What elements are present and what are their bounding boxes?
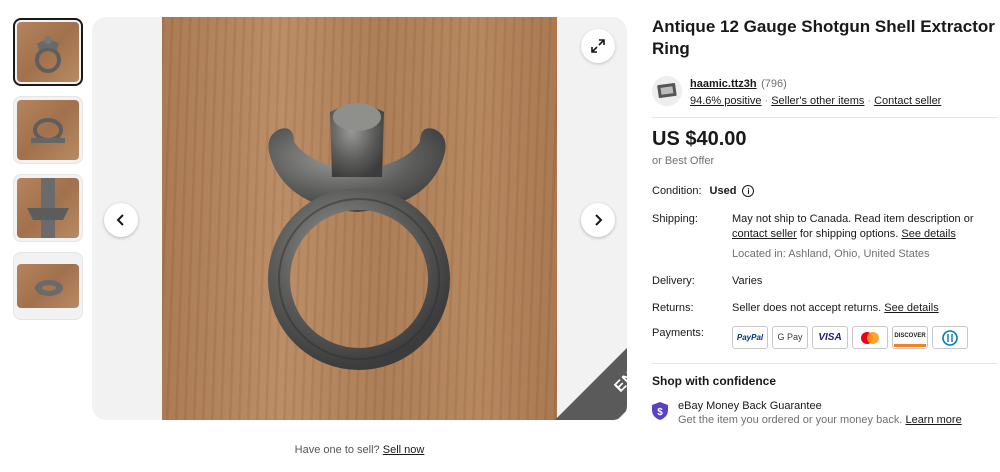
seller-name-link[interactable]: haamic.ttz3h	[690, 78, 757, 90]
thumbnail-strip	[13, 18, 85, 330]
thumbnail-image	[17, 22, 79, 82]
shipping-see-details-link[interactable]: See details	[901, 228, 955, 240]
chevron-right-icon	[595, 214, 603, 226]
thumbnail-image	[17, 264, 79, 308]
guarantee-text: Get the item you ordered or your money b…	[678, 414, 903, 426]
shipping-text-2: for shipping options.	[799, 228, 899, 240]
returns-label: Returns:	[652, 302, 694, 314]
shield-dollar-icon: $	[652, 402, 668, 420]
returns-row: Returns: Seller does not accept returns.…	[652, 301, 997, 316]
item-price: US $40.00	[652, 128, 747, 150]
shipping-row: Shipping: May not ship to Canada. Read i…	[652, 212, 997, 262]
delivery-row: Delivery: Varies	[652, 274, 997, 289]
seller-avatar[interactable]	[652, 76, 682, 106]
returns-value: Seller does not accept returns.	[732, 302, 882, 314]
sell-prompt-text: Have one to sell?	[294, 444, 380, 456]
thumbnail-image	[17, 100, 79, 160]
mastercard-icon	[861, 331, 879, 344]
money-back-guarantee: $ eBay Money Back Guarantee Get the item…	[652, 400, 997, 426]
seller-positive-link[interactable]: 94.6% positive	[690, 95, 762, 107]
best-offer-text: or Best Offer	[652, 155, 715, 167]
thumbnail-2[interactable]	[13, 96, 83, 164]
discover-badge: DISCOVER	[892, 326, 928, 349]
previous-image-button[interactable]	[104, 203, 138, 237]
learn-more-link[interactable]: Learn more	[905, 414, 961, 426]
thumbnail-4[interactable]	[13, 252, 83, 320]
expand-icon	[591, 39, 605, 53]
seller-card: haamic.ttz3h (796) 94.6% positive · Seller…	[652, 74, 997, 107]
thumbnail-image	[17, 178, 79, 238]
payments-row: Payments: PayPal G Pay VISA DISCOVER	[652, 326, 997, 349]
chevron-left-icon	[116, 214, 124, 226]
diners-club-icon	[942, 329, 958, 346]
condition-label: Condition:	[652, 185, 702, 197]
seller-other-items-link[interactable]: Seller's other items	[771, 95, 864, 107]
delivery-value: Varies	[732, 275, 763, 287]
seller-feedback-count: (796)	[761, 78, 787, 90]
guarantee-title: eBay Money Back Guarantee	[678, 400, 822, 412]
condition-value: Used	[709, 185, 737, 197]
divider	[652, 117, 997, 118]
expand-image-button[interactable]	[581, 29, 615, 63]
shop-confidence-heading: Shop with confidence	[652, 374, 777, 388]
paypal-badge: PayPal	[732, 326, 768, 349]
payment-methods: PayPal G Pay VISA DISCOVER	[732, 326, 968, 349]
visa-badge: VISA	[812, 326, 848, 349]
info-icon[interactable]: i	[742, 185, 755, 197]
returns-see-details-link[interactable]: See details	[884, 302, 938, 314]
divider	[652, 363, 997, 364]
shipping-label: Shipping:	[652, 213, 698, 225]
thumbnail-1[interactable]	[13, 18, 83, 86]
mastercard-badge	[852, 326, 888, 349]
payments-label: Payments:	[652, 327, 704, 339]
contact-seller-link[interactable]: Contact seller	[874, 95, 941, 107]
product-photo	[162, 17, 557, 420]
item-location: Located in: Ashland, Ohio, United States	[732, 248, 930, 260]
diners-club-badge	[932, 326, 968, 349]
condition-row: Condition: Used i	[652, 185, 997, 197]
store-icon	[657, 82, 677, 99]
sell-now-link[interactable]: Sell now	[383, 444, 425, 456]
shipping-text: May not ship to Canada. Read item descri…	[732, 213, 974, 225]
item-info-panel: Antique 12 Gauge Shotgun Shell Extractor…	[652, 16, 997, 426]
item-title: Antique 12 Gauge Shotgun Shell Extractor…	[652, 17, 995, 58]
delivery-label: Delivery:	[652, 275, 695, 287]
gpay-badge: G Pay	[772, 326, 808, 349]
sell-prompt: Have one to sell? Sell now	[92, 444, 627, 456]
shipping-contact-seller-link[interactable]: contact seller	[732, 228, 797, 240]
svg-text:$: $	[657, 407, 663, 418]
next-image-button[interactable]	[581, 203, 615, 237]
thumbnail-3[interactable]	[13, 174, 83, 242]
main-image-viewer[interactable]: ENDED	[92, 17, 627, 420]
